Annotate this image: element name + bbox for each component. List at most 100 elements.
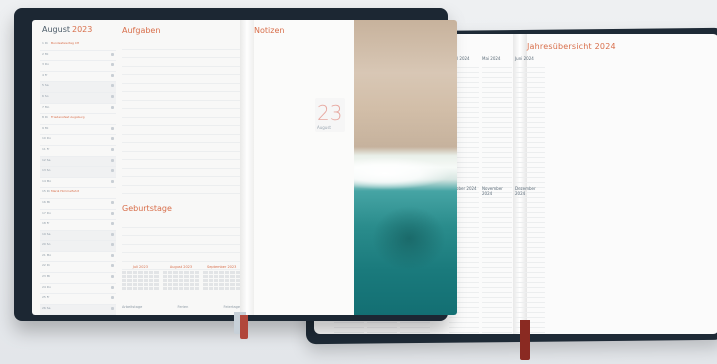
- tasks-column: Aufgaben Geburtstage Juli 2023 August 20…: [122, 20, 240, 315]
- day-number: 16 Mi: [42, 199, 51, 204]
- mini-calendar-cell: [132, 271, 138, 274]
- reef-shadow: [372, 205, 446, 271]
- day-number: 23 Mi: [42, 274, 51, 279]
- day-number: 26 Sa: [42, 305, 51, 310]
- mini-calendar-cell: [230, 271, 235, 274]
- month-day-line: [400, 333, 430, 334]
- day-marker: [111, 243, 114, 247]
- day-row: 17 Do: [40, 210, 116, 221]
- month-left-page: August 2023 1 Di Bundesfeiertag CH 2 Mi 3 Do…: [32, 20, 246, 315]
- day-number: 24 Do: [42, 284, 51, 289]
- day-list-column: August 2023 1 Di Bundesfeiertag CH 2 Mi 3 Do…: [40, 20, 116, 315]
- ruled-line: [122, 118, 240, 126]
- mini-calendar-cell: [143, 271, 148, 274]
- day-number: 8 Di: [42, 115, 49, 120]
- mini-calendar-cell: [154, 275, 159, 278]
- mini-calendar-cell: [148, 271, 154, 274]
- day-number: 13 So: [42, 168, 51, 173]
- mini-calendar-cell: [168, 271, 173, 274]
- day-number: 15 Di: [42, 189, 50, 194]
- day-number: 25 Fr: [42, 295, 50, 300]
- birthdays-title: Geburtstage: [122, 204, 172, 213]
- mini-calendar-cell: [173, 279, 178, 282]
- tasks-lines: [122, 41, 240, 194]
- day-number: 18 Fr: [42, 221, 50, 226]
- mini-calendar-cell: [219, 283, 224, 286]
- mini-calendar-cell: [219, 271, 224, 274]
- mini-calendar-cell: [173, 275, 178, 278]
- mini-calendar-grid: [203, 271, 240, 290]
- back-planner-ribbon: [520, 320, 530, 360]
- mini-calendar-cell: [132, 275, 138, 278]
- mini-calendar-cell: [132, 279, 138, 282]
- day-number: 9 Mi: [42, 125, 49, 130]
- day-number: 20 So: [42, 242, 51, 247]
- day-number: 5 Sa: [42, 83, 49, 88]
- mini-calendar-cell: [208, 279, 214, 282]
- day-row: 10 Do: [40, 135, 116, 146]
- month-column: Juni 2024: [515, 56, 545, 203]
- mini-calendar-title: August 2023: [169, 265, 193, 269]
- ruled-line: [122, 126, 240, 135]
- mini-calendar-cell: [214, 283, 219, 286]
- mini-calendar-cell: [194, 271, 200, 274]
- mini-calendar-title: September 2023: [206, 265, 237, 269]
- mini-calendar-cell: [148, 287, 154, 290]
- tasks-title: Aufgaben: [122, 26, 161, 35]
- ruled-line: [122, 101, 240, 109]
- mini-calendar-cell: [127, 283, 132, 286]
- birthdays-lines: [122, 219, 240, 270]
- mini-calendar-cell: [127, 275, 132, 278]
- day-note: Mariä Himmelfahrt: [51, 189, 80, 194]
- day-row: 16 Mi: [40, 199, 116, 210]
- day-row: 13 So: [40, 167, 116, 178]
- mini-calendar-cell: [162, 283, 168, 286]
- day-number: 14 Mo: [42, 178, 52, 183]
- day-marker: [111, 232, 114, 236]
- mini-calendar-cell: [148, 279, 154, 282]
- mini-calendar-cell: [173, 271, 178, 274]
- day-marker: [111, 306, 114, 310]
- mini-calendar-cell: [194, 283, 200, 286]
- mini-calendar-cell: [224, 279, 230, 282]
- legend-item: Feiertage: [223, 305, 240, 309]
- mini-calendar-cell: [203, 275, 208, 278]
- ruled-line: [122, 67, 240, 75]
- mini-calendar-cell: [230, 275, 235, 278]
- mini-calendar-cell: [127, 279, 132, 282]
- ruled-line: [122, 50, 240, 58]
- day-number: 6 So: [42, 93, 49, 98]
- day-number: 2 Mi: [42, 51, 49, 56]
- mini-calendar-cell: [162, 271, 168, 274]
- mini-calendar-cell: [184, 283, 189, 286]
- mini-calendar-cell: [224, 275, 230, 278]
- mini-calendar-cell: [230, 279, 235, 282]
- mini-calendar-cell: [148, 283, 154, 286]
- mini-calendar-cell: [162, 275, 168, 278]
- mini-calendar-cell: [203, 271, 208, 274]
- mini-calendar-cell: [154, 271, 159, 274]
- ruled-line: [122, 169, 240, 177]
- mini-calendar-cell: [189, 287, 194, 290]
- day-row: 23 Mi: [40, 273, 116, 284]
- mini-calendar-cell: [168, 279, 173, 282]
- mini-calendar-cell: [224, 283, 230, 286]
- front-planner-gutter: [240, 20, 254, 315]
- mini-calendar: Juli 2023: [122, 265, 159, 297]
- mini-calendar-cell: [122, 275, 127, 278]
- mini-calendar-cell: [154, 287, 159, 290]
- ruled-line: [122, 228, 240, 236]
- mini-calendar-cell: [138, 271, 143, 274]
- day-marker: [111, 52, 114, 56]
- mini-calendar-cell: [178, 283, 184, 286]
- ruled-line: [122, 75, 240, 84]
- legend-item: Arbeitstage: [122, 305, 143, 309]
- day-number: 1 Di: [42, 41, 49, 45]
- mini-calendar-cell: [122, 287, 127, 290]
- ruled-line: [122, 92, 240, 101]
- day-row: 11 Fr: [40, 146, 116, 157]
- ruled-line: [122, 84, 240, 92]
- day-marker: [111, 84, 114, 88]
- mini-calendar-cell: [219, 275, 224, 278]
- mini-calendar-cell: [138, 283, 143, 286]
